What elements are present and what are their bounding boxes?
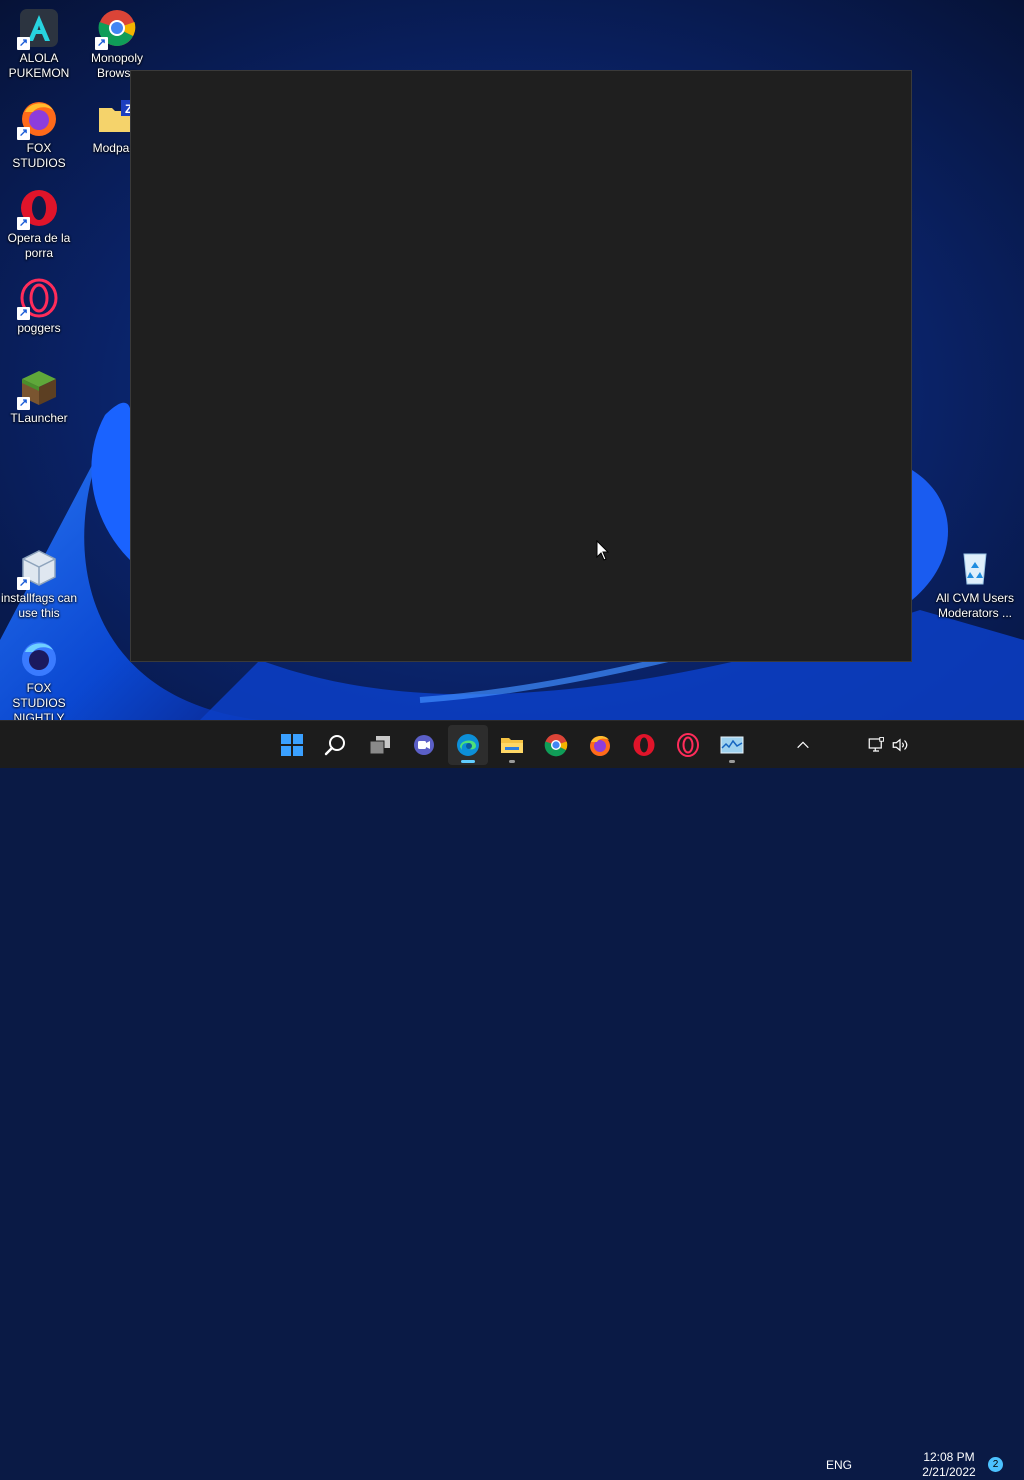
- taskbar-file-explorer[interactable]: [492, 725, 532, 765]
- chat-icon: [414, 735, 434, 755]
- shortcut-arrow-icon: ↗: [17, 217, 30, 230]
- firefox-icon: ↗: [17, 98, 59, 140]
- task-manager-icon: [720, 736, 744, 754]
- desktop-icon-poggers[interactable]: ↗ poggers: [0, 278, 78, 336]
- chat-button[interactable]: [404, 725, 444, 765]
- shortcut-arrow-icon: ↗: [17, 37, 30, 50]
- opera-icon: [633, 734, 655, 756]
- shortcut-arrow-icon: ↗: [17, 307, 30, 320]
- edge-icon: [457, 734, 479, 756]
- firefox-icon: [590, 736, 610, 756]
- desktop-icon-alola-pukemon[interactable]: ↗ ALOLA PUKEMON: [0, 8, 78, 81]
- task-view-icon: [369, 736, 390, 755]
- alola-app-icon: ↗: [17, 8, 59, 50]
- desktop-icon-label: TLauncher: [10, 411, 68, 425]
- taskbar: ENG 12:08 PM 2/21/2022 2: [0, 720, 1024, 1479]
- opera-gx-icon: ↗: [17, 278, 59, 320]
- desktop-icon-fox-studios[interactable]: ↗ FOX STUDIOS: [0, 98, 78, 171]
- windows-start-icon: [281, 734, 303, 756]
- desktop-icon-fox-studios-nightly[interactable]: FOX STUDIOS NIGHTLY: [0, 638, 78, 726]
- start-button[interactable]: [272, 725, 312, 765]
- desktop-icon-opera[interactable]: ↗ Opera de la porra: [0, 188, 78, 261]
- recycle-bin-icon: [955, 548, 995, 588]
- desktop-icon-label: Opera de la porra: [7, 231, 71, 260]
- minecraft-block-icon: ↗: [17, 368, 59, 410]
- chrome-icon: ↗: [95, 8, 137, 50]
- notification-count-badge[interactable]: 2: [988, 1457, 1003, 1472]
- running-indicator: [509, 760, 515, 763]
- desktop-icon-installfags[interactable]: ↗ installfags can use this: [0, 548, 78, 621]
- shortcut-arrow-icon: ↗: [17, 577, 30, 590]
- shortcut-arrow-icon: ↗: [95, 37, 108, 50]
- taskbar-task-manager[interactable]: [712, 725, 752, 765]
- mouse-cursor-icon: [596, 540, 610, 561]
- show-hidden-icons-button[interactable]: [788, 725, 818, 765]
- blank-app-window[interactable]: [130, 70, 912, 662]
- taskbar-opera-gx[interactable]: [668, 725, 708, 765]
- desktop-icon-label: FOX STUDIOS: [12, 141, 66, 170]
- speaker-icon: [892, 738, 908, 752]
- shortcut-arrow-icon: ↗: [17, 397, 30, 410]
- taskbar-firefox[interactable]: [580, 725, 620, 765]
- opera-gx-icon: [677, 733, 699, 757]
- search-button[interactable]: [316, 725, 356, 765]
- chevron-up-icon: [797, 741, 809, 749]
- running-indicator: [461, 760, 475, 763]
- chrome-icon: [544, 734, 568, 757]
- desktop-icon-recycle-bin[interactable]: All CVM Users Moderators ...: [936, 548, 1014, 621]
- taskbar-edge[interactable]: [448, 725, 488, 765]
- shortcut-arrow-icon: ↗: [17, 127, 30, 140]
- firefox-nightly-icon: [19, 638, 59, 678]
- desktop-icon-label: poggers: [17, 321, 61, 335]
- taskbar-clock[interactable]: 12:08 PM 2/21/2022: [918, 1450, 980, 1480]
- file-explorer-icon: [501, 738, 523, 753]
- network-button[interactable]: [864, 725, 888, 765]
- language-indicator[interactable]: ENG: [826, 1458, 852, 1472]
- clock-date: 2/21/2022: [922, 1465, 976, 1479]
- network-icon: [868, 737, 884, 752]
- search-icon: [324, 735, 345, 756]
- taskbar-opera[interactable]: [624, 725, 664, 765]
- clock-time: 12:08 PM: [923, 1450, 975, 1464]
- desktop-icon-tlauncher[interactable]: ↗ TLauncher: [0, 368, 78, 426]
- taskbar-chrome[interactable]: [536, 725, 576, 765]
- desktop-icon-label: installfags can use this: [0, 591, 78, 620]
- task-view-button[interactable]: [360, 725, 400, 765]
- desktop-icon-label: ALOLA PUKEMON: [8, 51, 70, 80]
- volume-button[interactable]: [888, 725, 912, 765]
- virtualbox-icon: ↗: [17, 548, 59, 590]
- opera-icon: ↗: [17, 188, 59, 230]
- desktop-icon-label: All CVM Users Moderators ...: [936, 591, 1015, 620]
- running-indicator: [729, 760, 735, 763]
